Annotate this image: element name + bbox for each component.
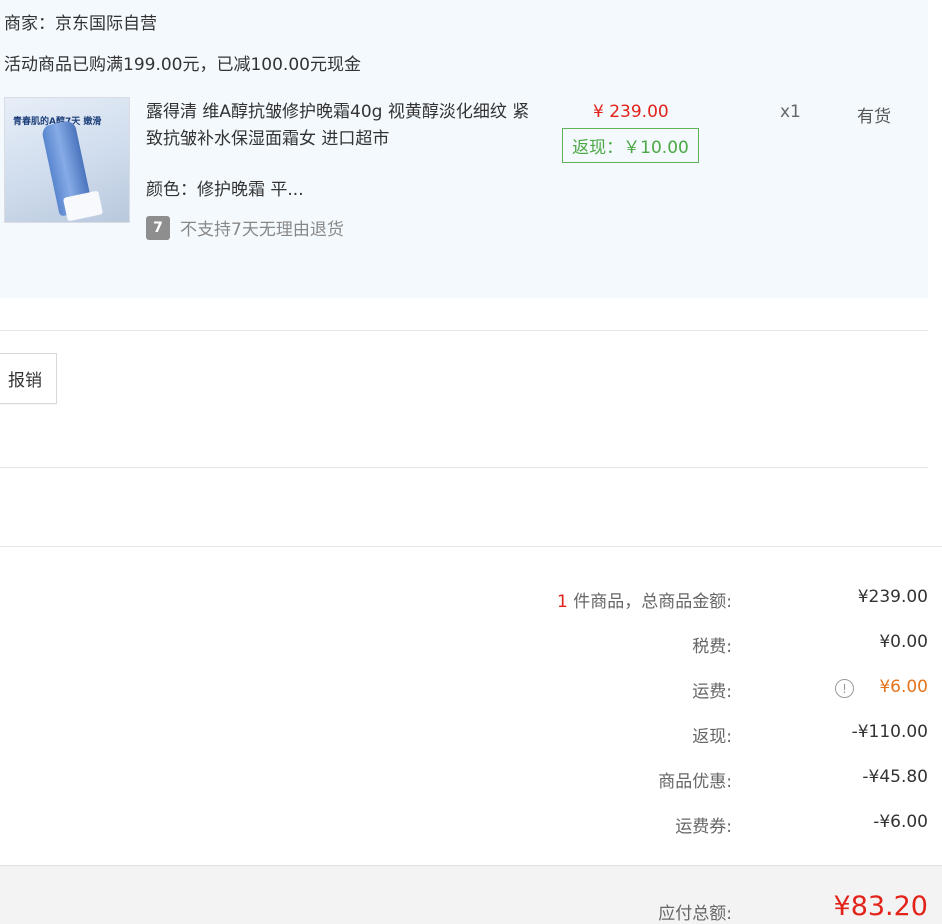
promotion-text: 活动商品已购满199.00元，已减100.00元现金: [4, 55, 361, 75]
return-policy: 7 不支持7天无理由退货: [146, 215, 344, 240]
shipping-value: ¥6.00: [879, 677, 928, 697]
product-quantity: x1: [780, 102, 801, 122]
section-divider: [0, 467, 928, 468]
tax-label: 税费:: [692, 637, 732, 657]
items-total-label-text: 件商品，总商品金额:: [567, 592, 732, 612]
cashback-badge: 返现：￥10.00: [562, 128, 699, 163]
items-total-label: 1 件商品，总商品金额:: [557, 587, 732, 612]
product-price: ¥ 239.00: [593, 102, 669, 122]
shipping-label: 运费:: [692, 682, 732, 702]
summary-row-shipping: 运费: ! ¥6.00: [0, 677, 942, 707]
order-item-panel: 商家：京东国际自营 活动商品已购满199.00元，已减100.00元现金 青春肌…: [0, 0, 928, 298]
info-icon[interactable]: !: [835, 679, 854, 698]
reimburse-button-label: 报销: [8, 371, 42, 391]
summary-row-discount: 商品优惠: -¥45.80: [0, 767, 942, 797]
cashback-value: -¥110.00: [851, 722, 928, 742]
tax-value: ¥0.00: [879, 632, 928, 652]
discount-label: 商品优惠:: [658, 772, 732, 792]
summary-row-items-total: 1 件商品，总商品金额: ¥239.00: [0, 587, 942, 617]
merchant-label: 商家：京东国际自营: [4, 14, 157, 34]
product-attribute: 颜色：修护晚霜 平...: [146, 180, 304, 200]
total-payable-label: 应付总额:: [658, 904, 732, 924]
summary-row-shipping-coupon: 运费券: -¥6.00: [0, 812, 942, 842]
shipping-coupon-label: 运费券:: [675, 817, 732, 837]
no-return-icon: 7: [146, 215, 170, 240]
shipping-coupon-value: -¥6.00: [873, 812, 928, 832]
section-divider: [0, 330, 928, 331]
summary-row-tax: 税费: ¥0.00: [0, 632, 942, 662]
cashback-label: 返现:: [692, 727, 732, 747]
section-divider: [0, 546, 942, 547]
stock-status: 有货: [857, 107, 891, 127]
items-total-value: ¥239.00: [857, 587, 928, 607]
return-policy-text: 不支持7天无理由退货: [180, 220, 344, 240]
total-payable-value: ¥83.20: [833, 891, 928, 922]
summary-row-cashback: 返现: -¥110.00: [0, 722, 942, 752]
product-title-link[interactable]: 露得清 维A醇抗皱修护晚霜40g 视黄醇淡化细纹 紧致抗皱补水保湿面霜女 进口超…: [146, 99, 531, 153]
total-payable-bar: 应付总额: ¥83.20: [0, 865, 942, 924]
discount-value: -¥45.80: [862, 767, 928, 787]
product-thumbnail[interactable]: 青春肌的A醇7天 嫩滑: [4, 97, 130, 223]
reimburse-button[interactable]: 报销: [0, 353, 57, 404]
item-count: 1: [557, 592, 568, 612]
